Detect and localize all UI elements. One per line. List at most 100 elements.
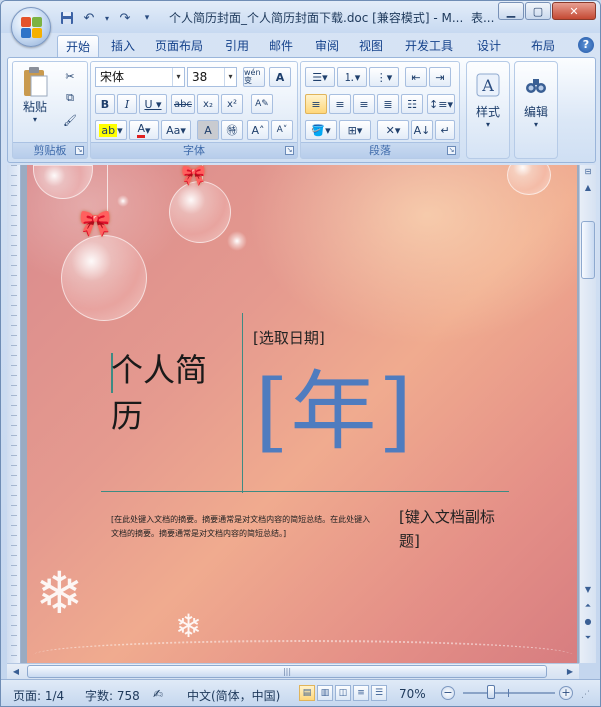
zoom-slider-thumb[interactable] (487, 685, 495, 699)
character-border-button[interactable]: A (269, 67, 291, 87)
select-browse-object-icon[interactable]: ● (580, 615, 596, 629)
close-button[interactable]: ✕ (552, 2, 596, 20)
font-launcher-icon[interactable]: ↘ (285, 146, 294, 155)
horizontal-scrollbar[interactable]: ◀ ||| ▶ (7, 663, 579, 679)
horizontal-scroll-thumb[interactable]: ||| (27, 665, 547, 678)
strikethrough-button[interactable]: abc (171, 94, 195, 114)
ruler-toggle-icon[interactable]: ⊟ (580, 165, 596, 179)
redo-icon[interactable]: ↷ (117, 10, 133, 26)
clear-formatting-button[interactable]: A✎ (251, 94, 273, 114)
format-painter-button[interactable]: 🖌 (59, 110, 81, 130)
undo-icon[interactable]: ↶ (81, 10, 97, 26)
borders-button[interactable]: ⊞▾ (339, 120, 371, 140)
clipboard-launcher-icon[interactable]: ↘ (75, 146, 84, 155)
shrink-font-button[interactable]: A˅ (271, 120, 293, 140)
year-field[interactable]: [年] (255, 357, 414, 467)
highlight-button[interactable]: ab ▾ (95, 120, 127, 140)
show-marks-button[interactable]: ↵ (435, 120, 455, 140)
zoom-slider-track[interactable] (463, 692, 555, 694)
cut-button[interactable]: ✂ (59, 66, 81, 86)
grow-font-button[interactable]: A˄ (247, 120, 269, 140)
outline-view-icon[interactable]: ≡ (353, 685, 369, 701)
styles-button[interactable]: A 样式 ▾ (469, 66, 507, 136)
subscript-button[interactable]: x₂ (197, 94, 219, 114)
date-picker-field[interactable]: [选取日期] (253, 327, 325, 348)
resize-grip-icon[interactable]: ⋰ (581, 690, 590, 700)
tab-design[interactable]: 设计 (469, 35, 509, 57)
enclose-characters-button[interactable]: ㊕ (221, 120, 243, 140)
font-size-combo[interactable]: 38 ▾ (187, 67, 237, 87)
sort-button[interactable]: A↓ (411, 120, 433, 140)
tab-layout[interactable]: 布局 (523, 35, 563, 57)
shading-button[interactable]: 🪣▾ (305, 120, 337, 140)
decrease-indent-button[interactable]: ⇤ (405, 67, 427, 87)
editing-group: 编辑 ▾ (514, 61, 558, 159)
editing-button[interactable]: 编辑 ▾ (517, 66, 555, 136)
maximize-button[interactable]: ▢ (525, 2, 551, 20)
zoom-out-icon[interactable]: − (441, 686, 455, 700)
scroll-right-icon[interactable]: ▶ (563, 664, 577, 680)
office-button[interactable] (11, 7, 51, 47)
document-page[interactable]: 🎀 🎀 ❄ ❄ 个人简历 [选取日期] [年] [在此处键入文档的摘要。摘要通常… (27, 165, 577, 663)
document-area[interactable]: 🎀 🎀 ❄ ❄ 个人简历 [选取日期] [年] [在此处键入文档的摘要。摘要通常… (7, 165, 579, 663)
undo-dropdown-icon[interactable]: ▾ (103, 10, 111, 26)
scroll-up-icon[interactable]: ▲ (580, 181, 596, 195)
tab-page-layout[interactable]: 页面布局 (147, 35, 211, 57)
tab-mailings[interactable]: 邮件 (261, 35, 301, 57)
vertical-scrollbar[interactable]: ⊟ ▲ ▼ ⏶ ● ⏷ (579, 165, 596, 663)
full-screen-reading-view-icon[interactable]: ▥ (317, 685, 333, 701)
page-indicator[interactable]: 页面: 1/4 (13, 687, 64, 704)
font-color-button[interactable]: A ▾ (129, 120, 159, 140)
help-icon[interactable]: ? (578, 37, 594, 53)
italic-button[interactable]: I (117, 94, 137, 114)
proofing-icon[interactable]: ✍ (153, 687, 163, 701)
align-center-button[interactable]: ≡ (329, 94, 351, 114)
zoom-level[interactable]: 70% (399, 687, 426, 701)
font-name-combo[interactable]: 宋体 ▾ (95, 67, 185, 87)
multilevel-list-button[interactable]: ⋮▾ (369, 67, 399, 87)
font-size-dropdown-icon[interactable]: ▾ (224, 68, 236, 86)
language-indicator[interactable]: 中文(简体，中国) (187, 687, 280, 704)
scroll-down-icon[interactable]: ▼ (580, 583, 596, 597)
tab-insert[interactable]: 插入 (103, 35, 143, 57)
tab-view[interactable]: 视图 (351, 35, 391, 57)
font-name-dropdown-icon[interactable]: ▾ (172, 68, 184, 86)
customize-qat-icon[interactable]: ▾ (139, 10, 155, 26)
previous-page-icon[interactable]: ⏶ (580, 599, 596, 613)
word-count[interactable]: 字数: 758 (85, 687, 140, 704)
numbering-button[interactable]: ⒈▾ (337, 67, 367, 87)
document-title[interactable]: 个人简历 (111, 347, 231, 439)
chinese-layout-button[interactable]: ✕▾ (377, 120, 409, 140)
minimize-button[interactable]: ▁ (498, 2, 524, 20)
tab-review[interactable]: 审阅 (307, 35, 347, 57)
superscript-button[interactable]: x² (221, 94, 243, 114)
save-icon[interactable] (59, 10, 75, 26)
paragraph-launcher-icon[interactable]: ↘ (447, 146, 456, 155)
tab-references[interactable]: 引用 (217, 35, 257, 57)
underline-button[interactable]: U ▾ (139, 94, 167, 114)
align-left-button[interactable]: ≡ (305, 94, 327, 114)
scroll-left-icon[interactable]: ◀ (9, 664, 23, 680)
bold-button[interactable]: B (95, 94, 115, 114)
character-shading-button[interactable]: A (197, 120, 219, 140)
copy-button[interactable]: ⧉ (59, 88, 81, 108)
increase-indent-button[interactable]: ⇥ (429, 67, 451, 87)
bullets-button[interactable]: ☰▾ (305, 67, 335, 87)
abstract-field[interactable]: [在此处键入文档的摘要。摘要通常是对文档内容的简短总结。在此处键入文档的摘要。摘… (111, 513, 375, 541)
tab-developer[interactable]: 开发工具 (397, 35, 461, 57)
tab-home[interactable]: 开始 (57, 35, 100, 57)
align-right-button[interactable]: ≡ (353, 94, 375, 114)
vertical-scroll-thumb[interactable] (581, 221, 595, 279)
paste-button[interactable]: 粘贴 ▾ (17, 64, 53, 126)
justify-button[interactable]: ≣ (377, 94, 399, 114)
distribute-button[interactable]: ☷ (401, 94, 423, 114)
change-case-button[interactable]: Aa▾ (161, 120, 191, 140)
print-layout-view-icon[interactable]: ▤ (299, 685, 315, 701)
next-page-icon[interactable]: ⏷ (580, 631, 596, 645)
zoom-in-icon[interactable]: + (559, 686, 573, 700)
web-layout-view-icon[interactable]: ◫ (335, 685, 351, 701)
phonetic-guide-button[interactable]: wén 变 (243, 67, 265, 87)
line-spacing-button[interactable]: ↕≡▾ (427, 94, 455, 114)
draft-view-icon[interactable]: ☰ (371, 685, 387, 701)
subtitle-field[interactable]: [键入文档副标题] (399, 505, 499, 553)
